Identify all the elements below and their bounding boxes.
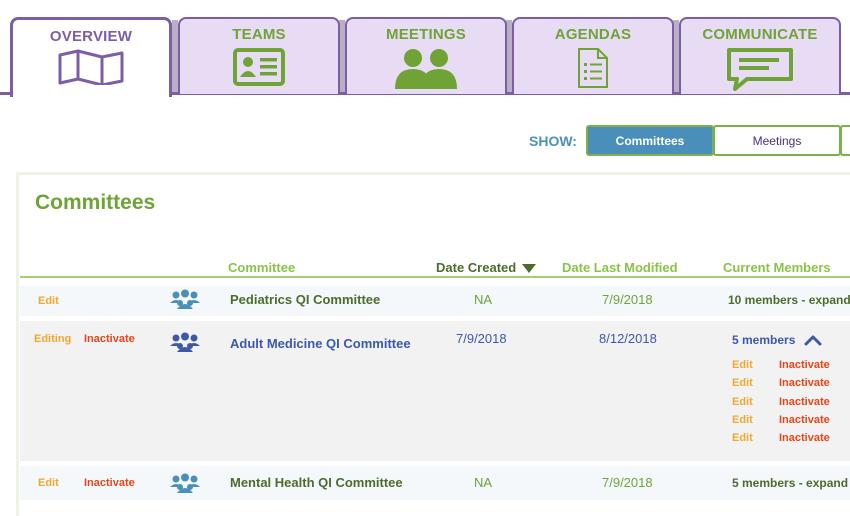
people-icon [391, 47, 461, 94]
date-created: NA [474, 292, 493, 307]
committee-name: Pediatrics QI Committee [230, 292, 381, 307]
member-inactivate-link[interactable]: Inactivate [779, 432, 830, 444]
inactivate-link[interactable]: Inactivate [84, 333, 135, 345]
edit-link[interactable]: Edit [38, 477, 59, 489]
column-header-committee[interactable]: Committee [228, 260, 295, 275]
committee-name-link[interactable]: Adult Medicine QI Committee [230, 336, 411, 351]
tab-label: OVERVIEW [49, 28, 133, 45]
column-header-date-modified[interactable]: Date Last Modified [562, 260, 678, 275]
table-row: Editing Inactivate Adult Medicine QI Com… [20, 321, 850, 461]
members-expand-link[interactable]: 10 members - expand [728, 293, 850, 307]
date-modified: 7/9/2018 [602, 475, 653, 490]
column-header-date-created[interactable]: Date Created [436, 260, 536, 275]
inactivate-link[interactable]: Inactivate [84, 477, 135, 489]
tab-label: AGENDAS [554, 26, 632, 43]
date-created: 7/9/2018 [456, 331, 507, 346]
tab-teams[interactable]: TEAMS [178, 17, 340, 94]
checklist-document-icon [576, 47, 610, 94]
id-card-icon [232, 47, 286, 92]
member-edit-link[interactable]: Edit [732, 377, 753, 389]
column-header-members[interactable]: Current Members [723, 260, 831, 275]
show-more-button[interactable] [840, 125, 850, 156]
tab-label: MEETINGS [386, 26, 466, 43]
table-row: Edit Pediatrics QI Committee NA 7/9/2018… [20, 286, 850, 316]
collapse-chevron-up-icon[interactable] [804, 333, 822, 351]
panel-title: Committees [35, 191, 156, 214]
edit-link[interactable]: Edit [38, 295, 59, 307]
tab-communicate[interactable]: COMMUNICATE [679, 17, 841, 94]
chat-bubble-icon [725, 47, 795, 96]
show-label: SHOW: [529, 133, 577, 149]
column-header-label: Date Created [436, 260, 517, 275]
group-icon [170, 473, 200, 500]
member-edit-link[interactable]: Edit [732, 432, 753, 444]
tab-overview[interactable]: OVERVIEW [10, 17, 172, 97]
show-meetings-button[interactable]: Meetings [713, 125, 841, 156]
member-inactivate-link[interactable]: Inactivate [779, 359, 830, 371]
header-divider [20, 276, 850, 278]
group-icon [170, 332, 200, 359]
member-inactivate-link[interactable]: Inactivate [779, 414, 830, 426]
show-committees-button[interactable]: Committees [586, 125, 714, 156]
tab-label: COMMUNICATE [702, 26, 818, 43]
member-edit-link[interactable]: Edit [732, 359, 753, 371]
date-modified: 8/12/2018 [599, 331, 657, 346]
tab-agendas[interactable]: AGENDAS [512, 17, 674, 94]
sort-desc-icon [521, 264, 536, 274]
member-inactivate-link[interactable]: Inactivate [779, 396, 830, 408]
member-edit-link[interactable]: Edit [732, 396, 753, 408]
table-row: Edit Inactivate Mental Health QI Committ… [20, 466, 850, 500]
member-edit-link[interactable]: Edit [732, 414, 753, 426]
tab-bar: OVERVIEW TEAMS MEETINGS AGENDAS COMMUNIC… [0, 0, 850, 97]
members-count: 5 members [732, 333, 796, 347]
members-expand-link[interactable]: 5 members - expand [732, 476, 848, 490]
tab-meetings[interactable]: MEETINGS [345, 17, 507, 94]
member-inactivate-link[interactable]: Inactivate [779, 377, 830, 389]
date-created: NA [474, 475, 493, 490]
date-modified: 7/9/2018 [602, 292, 653, 307]
editing-link[interactable]: Editing [34, 333, 71, 345]
map-icon [56, 49, 126, 90]
group-icon [170, 289, 200, 316]
committee-name: Mental Health QI Committee [230, 475, 403, 490]
tab-label: TEAMS [232, 26, 286, 43]
